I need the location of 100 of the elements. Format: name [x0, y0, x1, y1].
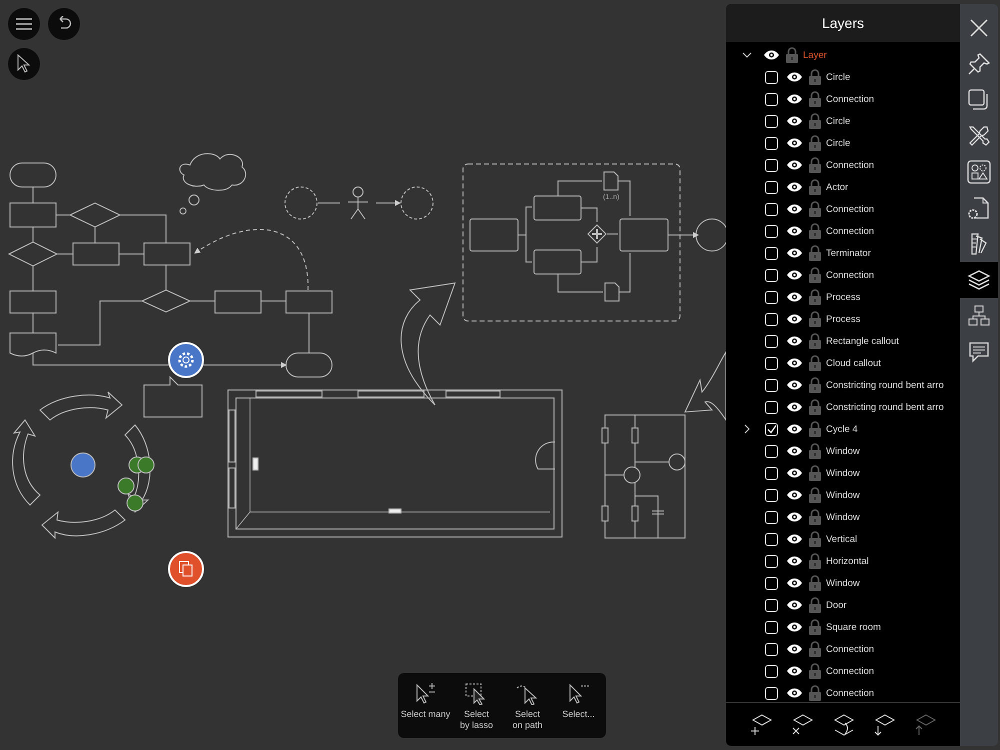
shape-name[interactable]: Window	[826, 512, 860, 522]
checkbox[interactable]	[765, 158, 778, 172]
lock-icon[interactable]	[809, 663, 821, 679]
undo-button[interactable]	[48, 8, 80, 40]
lock-icon[interactable]	[809, 619, 821, 635]
checkbox[interactable]	[765, 180, 778, 194]
checkbox[interactable]	[765, 664, 778, 678]
lock-icon[interactable]	[809, 311, 821, 327]
checkbox[interactable]	[765, 290, 778, 304]
shape-name[interactable]: Circle	[826, 116, 850, 126]
lock-icon[interactable]	[809, 223, 821, 239]
checkbox[interactable]	[765, 466, 778, 480]
lock-icon[interactable]	[809, 531, 821, 547]
shape-name[interactable]: Circle	[826, 138, 850, 148]
lock-icon[interactable]	[809, 399, 821, 415]
shape-name[interactable]: Terminator	[826, 248, 871, 258]
eye-icon[interactable]	[787, 644, 802, 654]
lock-icon[interactable]	[809, 267, 821, 283]
eye-icon[interactable]	[787, 578, 802, 588]
shape-name[interactable]: Horizontal	[826, 556, 869, 566]
layer-name[interactable]: Layer	[803, 50, 827, 60]
checkbox[interactable]	[765, 620, 778, 634]
lock-icon[interactable]	[809, 509, 821, 525]
shape-name[interactable]: Vertical	[826, 534, 858, 544]
shape-name[interactable]: Connection	[826, 94, 874, 104]
checkbox[interactable]	[765, 268, 778, 282]
menu-button[interactable]	[8, 8, 40, 40]
checkbox[interactable]	[765, 422, 778, 436]
eye-icon[interactable]	[787, 490, 802, 500]
eye-icon[interactable]	[787, 248, 802, 258]
eye-icon[interactable]	[787, 446, 802, 456]
eye-icon[interactable]	[787, 94, 802, 104]
checkbox[interactable]	[765, 488, 778, 502]
lock-icon[interactable]	[786, 47, 798, 63]
checkbox[interactable]	[765, 246, 778, 260]
eye-icon[interactable]	[787, 292, 802, 302]
checkbox[interactable]	[765, 334, 778, 348]
lock-icon[interactable]	[809, 91, 821, 107]
lock-icon[interactable]	[809, 553, 821, 569]
shape-name[interactable]: Window	[826, 446, 860, 456]
eye-icon[interactable]	[787, 468, 802, 478]
shape-name[interactable]: Circle	[826, 72, 850, 82]
checkbox[interactable]	[765, 224, 778, 238]
shape-name[interactable]: Window	[826, 578, 860, 588]
checkbox[interactable]	[765, 136, 778, 150]
checkbox[interactable]	[765, 576, 778, 590]
eye-icon[interactable]	[787, 138, 802, 148]
shape-name[interactable]: Connection	[826, 204, 874, 214]
select-tool-button[interactable]: Select many	[400, 679, 451, 732]
eye-icon[interactable]	[787, 314, 802, 324]
eye-icon[interactable]	[787, 160, 802, 170]
shape-name[interactable]: Cycle 4	[826, 424, 858, 434]
eye-icon[interactable]	[787, 72, 802, 82]
checkbox[interactable]	[765, 378, 778, 392]
eye-icon[interactable]	[787, 402, 802, 412]
checkbox[interactable]	[765, 114, 778, 128]
layers-button[interactable]	[960, 262, 998, 298]
shape-name[interactable]: Window	[826, 490, 860, 500]
eye-icon[interactable]	[764, 50, 779, 60]
shape-name[interactable]: Connection	[826, 688, 874, 698]
checkbox[interactable]	[765, 312, 778, 326]
eye-icon[interactable]	[787, 600, 802, 610]
eye-icon[interactable]	[787, 182, 802, 192]
lock-icon[interactable]	[809, 69, 821, 85]
shape-name[interactable]: Constricting round bent arro	[826, 402, 944, 412]
checkbox[interactable]	[765, 202, 778, 216]
shape-name[interactable]: Window	[826, 468, 860, 478]
lock-icon[interactable]	[809, 443, 821, 459]
checkbox[interactable]	[765, 686, 778, 700]
eye-icon[interactable]	[787, 116, 802, 126]
pointer-tool-button[interactable]	[8, 48, 40, 80]
eye-icon[interactable]	[787, 556, 802, 566]
shape-name[interactable]: Cloud callout	[826, 358, 881, 368]
eye-icon[interactable]	[787, 424, 802, 434]
select-tool-button[interactable]: Select by lasso	[451, 679, 502, 732]
lock-icon[interactable]	[809, 377, 821, 393]
shape-name[interactable]: Connection	[826, 666, 874, 676]
select-tool-button[interactable]: Select on path	[502, 679, 553, 732]
lock-icon[interactable]	[809, 685, 821, 701]
eye-icon[interactable]	[787, 270, 802, 280]
shape-name[interactable]: Constricting round bent arro	[826, 380, 944, 390]
lock-icon[interactable]	[809, 113, 821, 129]
lock-icon[interactable]	[809, 597, 821, 613]
checkbox[interactable]	[765, 444, 778, 458]
checkbox[interactable]	[765, 356, 778, 370]
shape-name[interactable]: Connection	[826, 160, 874, 170]
checkbox[interactable]	[765, 554, 778, 568]
shape-name[interactable]: Process	[826, 314, 860, 324]
shape-name[interactable]: Connection	[826, 270, 874, 280]
shape-name[interactable]: Process	[826, 292, 860, 302]
eye-icon[interactable]	[787, 358, 802, 368]
eye-icon[interactable]	[787, 336, 802, 346]
checkbox[interactable]	[765, 598, 778, 612]
shape-name[interactable]: Rectangle callout	[826, 336, 899, 346]
lock-icon[interactable]	[809, 355, 821, 371]
shape-name[interactable]: Connection	[826, 644, 874, 654]
checkbox[interactable]	[765, 70, 778, 84]
checkbox[interactable]	[765, 400, 778, 414]
lock-icon[interactable]	[809, 157, 821, 173]
lock-icon[interactable]	[809, 421, 821, 437]
